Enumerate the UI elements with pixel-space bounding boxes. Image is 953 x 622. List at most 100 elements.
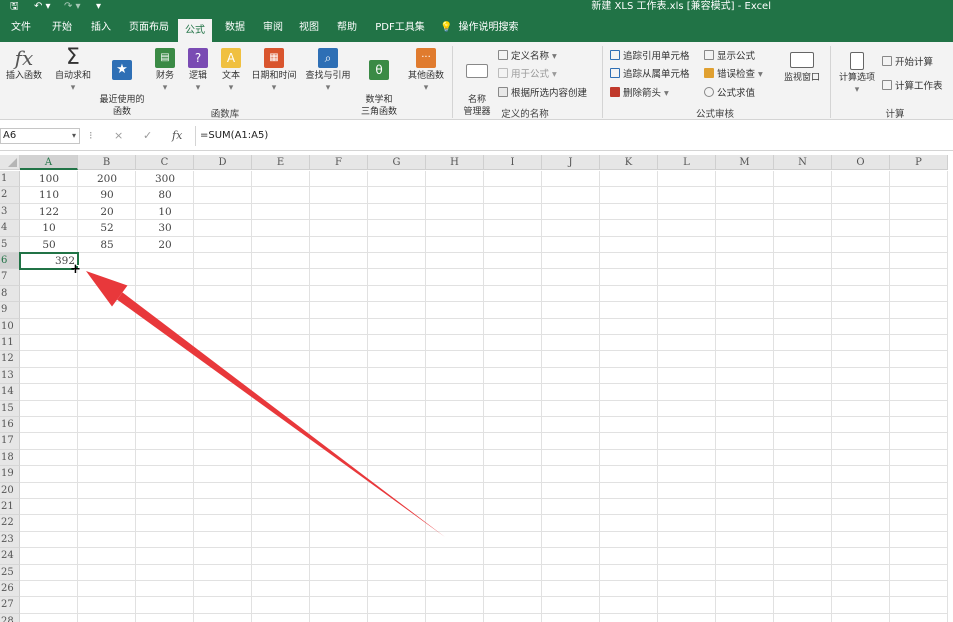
calc-now-button[interactable]: 开始计算 — [882, 56, 933, 69]
sigma-icon: Σ — [66, 45, 80, 70]
show-formulas-label: 显示公式 — [717, 51, 756, 62]
magnifier-icon: ⌕ — [318, 48, 338, 68]
create-from-selection-label: 根据所选内容创建 — [511, 88, 588, 99]
group-divider — [830, 46, 831, 118]
undo-icon[interactable]: ↶ ▾ — [34, 0, 51, 14]
lightbulb-icon: 💡 — [440, 22, 453, 33]
group-label-formula-auditing: 公式审核 — [695, 109, 734, 120]
redo-icon[interactable]: ↷ ▾ — [64, 0, 81, 14]
tab-formulas[interactable]: 公式 — [178, 19, 212, 42]
remove-arrows-label: 删除箭头 — [623, 88, 662, 99]
error-checking-label: 错误检查 — [717, 69, 756, 80]
tab-view[interactable]: 视图 — [292, 14, 326, 42]
show-formulas-button[interactable]: 显示公式 — [704, 50, 755, 63]
evaluate-formula-button[interactable]: 公式求值 — [704, 87, 755, 100]
define-name-button[interactable]: 定义名称 ▾ — [498, 50, 557, 63]
tab-insert[interactable]: 插入 — [84, 14, 118, 42]
ribbon-tabs: 文件 开始 插入 页面布局 公式 数据 审阅 视图 帮助 PDF工具集 💡 操作说… — [0, 14, 953, 42]
lookup-reference-button[interactable]: ⌕ 查找与引用 ▾ — [302, 48, 354, 94]
financial-button[interactable]: ▤ 财务 ▾ — [152, 48, 178, 94]
evaluate-formula-label: 公式求值 — [717, 88, 756, 99]
annotation-arrow-shaft — [117, 292, 445, 537]
insert-function-button[interactable]: fx 插入函数 — [2, 48, 46, 82]
tab-review[interactable]: 审阅 — [256, 14, 290, 42]
star-icon: ★ — [112, 60, 132, 80]
calc-sheet-label: 计算工作表 — [895, 81, 943, 92]
tell-me-label: 操作说明搜索 — [458, 22, 519, 33]
tab-page-layout[interactable]: 页面布局 — [122, 14, 176, 42]
window-title: 新建 XLS 工作表.xls [兼容模式] - Excel — [591, 1, 771, 12]
calculator-icon — [850, 52, 864, 70]
use-in-formula-button[interactable]: 用于公式 ▾ — [498, 68, 557, 81]
autosum-label: 自动求和 — [54, 71, 91, 81]
tab-data[interactable]: 数据 — [218, 14, 252, 42]
group-label-function-library: 函数库 — [210, 109, 240, 120]
calc-options-label: 计算选项 — [838, 73, 875, 83]
customize-toolbar-icon[interactable]: ▾ — [96, 0, 101, 14]
trace-precedents-label: 追踪引用单元格 — [623, 51, 690, 62]
chevron-down-icon[interactable]: ▾ — [72, 129, 76, 143]
worksheet-grid: ABCDEFGHIJKLMNOP 1 2 3 4 5 6 7 8 9 10 11 12 13 14 15 16… — [0, 151, 953, 622]
insert-function-fx-icon[interactable]: fx — [172, 128, 182, 144]
text-button[interactable]: A 文本 ▾ — [218, 48, 244, 94]
math-trig-button[interactable]: θ 数学和 三角函数 — [354, 48, 404, 118]
name-tag-icon — [466, 64, 488, 78]
more-icon: ··· — [416, 48, 436, 68]
remove-arrows-icon — [610, 87, 620, 97]
error-checking-icon — [704, 68, 714, 78]
date-time-button[interactable]: ▦ 日期和时间 ▾ — [248, 48, 300, 94]
question-icon: ? — [188, 48, 208, 68]
create-from-selection-button[interactable]: 根据所选内容创建 — [498, 87, 587, 100]
text-a-icon: A — [221, 48, 241, 68]
tab-pdf-tools[interactable]: PDF工具集 — [370, 14, 430, 42]
calc-sheet-button[interactable]: 计算工作表 — [882, 80, 943, 93]
trace-dependents-button[interactable]: 追踪从属单元格 — [610, 68, 690, 81]
fx-icon: fx — [14, 46, 34, 70]
create-from-selection-icon — [498, 87, 508, 97]
recently-used-button[interactable]: ★ 最近使用的 函数 — [96, 48, 148, 118]
tell-me-search[interactable]: 💡 操作说明搜索 — [440, 14, 530, 42]
tab-home[interactable]: 开始 — [44, 14, 80, 42]
calc-sheet-icon — [882, 80, 892, 90]
error-checking-button[interactable]: 错误检查 ▾ — [704, 68, 763, 81]
group-divider — [602, 46, 603, 118]
use-in-formula-label: 用于公式 — [511, 69, 550, 80]
title-bar: 🖫 ↶ ▾ ↷ ▾ ▾ 新建 XLS 工作表.xls [兼容模式] - Exce… — [0, 0, 953, 14]
math-trig-label: 数学和 三角函数 — [360, 95, 397, 117]
define-name-icon — [498, 50, 508, 60]
cancel-icon[interactable]: × — [114, 128, 123, 144]
tab-help[interactable]: 帮助 — [330, 14, 364, 42]
book-icon: ▤ — [155, 48, 175, 68]
trace-precedents-icon — [610, 50, 620, 60]
trace-dependents-label: 追踪从属单元格 — [623, 69, 690, 80]
glasses-icon — [790, 52, 814, 68]
calc-now-label: 开始计算 — [895, 57, 934, 68]
group-divider — [452, 46, 453, 118]
ribbon-formulas: fx 插入函数 Σ 自动求和 ▾ ★ 最近使用的 函数 ▤ 财务 ▾ ? 逻辑 ▾ A… — [0, 42, 953, 120]
formula-input[interactable]: =SUM(A1:A5) — [200, 128, 268, 144]
recently-used-label: 最近使用的 函数 — [99, 95, 145, 117]
remove-arrows-button[interactable]: 删除箭头 ▾ — [610, 87, 669, 100]
enter-icon[interactable]: ✓ — [143, 128, 152, 144]
trace-dependents-icon — [610, 68, 620, 78]
calc-options-button[interactable]: 计算选项 ▾ — [836, 52, 878, 96]
drag-handle-icon[interactable]: ⁝ — [89, 128, 93, 144]
name-box[interactable]: A6 ▾ — [0, 128, 80, 144]
date-time-label: 日期和时间 — [251, 71, 297, 81]
watch-window-button[interactable]: 监视窗口 — [780, 52, 824, 84]
group-label-defined-names: 定义的名称 — [501, 109, 549, 120]
calc-now-icon — [882, 56, 892, 66]
name-box-value: A6 — [3, 130, 17, 141]
trace-precedents-button[interactable]: 追踪引用单元格 — [610, 50, 690, 63]
financial-label: 财务 — [155, 71, 174, 81]
watch-window-label: 监视窗口 — [783, 73, 820, 83]
theta-icon: θ — [369, 60, 389, 80]
more-functions-button[interactable]: ··· 其他函数 ▾ — [404, 48, 448, 94]
logical-button[interactable]: ? 逻辑 ▾ — [185, 48, 211, 94]
autosum-button[interactable]: Σ 自动求和 ▾ — [52, 45, 94, 94]
tab-file[interactable]: 文件 — [4, 14, 38, 42]
save-icon[interactable]: 🖫 — [10, 0, 19, 14]
formula-bar-divider — [195, 126, 196, 146]
text-label: 文本 — [221, 71, 240, 81]
evaluate-formula-icon — [704, 87, 714, 97]
